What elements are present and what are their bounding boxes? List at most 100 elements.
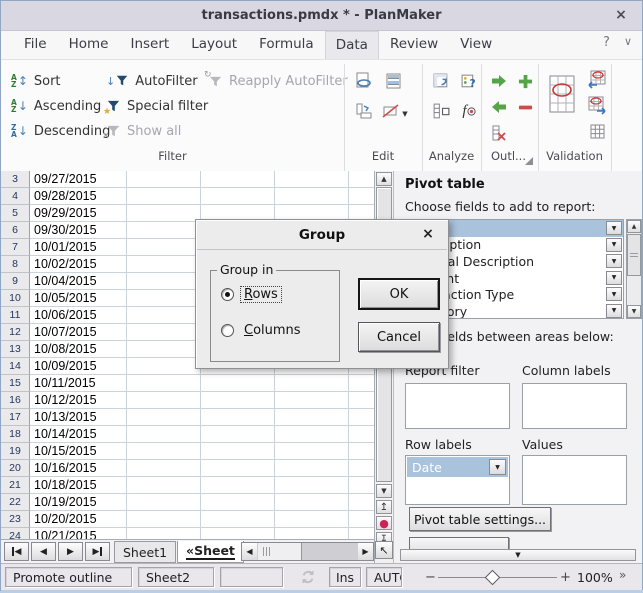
empty-cell[interactable] [275,426,349,443]
menu-tab-review[interactable]: Review [379,31,449,59]
empty-cell[interactable] [127,392,201,409]
empty-cell[interactable] [127,341,201,358]
demote-outline-icon[interactable] [487,70,511,92]
remove-outline-icon[interactable] [487,122,511,144]
status-sheet-panel[interactable]: Sheet2 [138,567,214,587]
what-if-analysis-icon[interactable]: ? [457,70,481,92]
ungroup-cells-icon[interactable] [513,96,537,118]
prev-sheet-icon[interactable]: ◀ [31,542,56,561]
remove-duplicates-icon[interactable] [382,70,406,92]
goto-prev-invalid-icon[interactable] [585,68,609,90]
horizontal-scrollbar[interactable]: ◀ ▶ [241,542,374,561]
menu-tab-home[interactable]: Home [58,31,120,59]
date-cell[interactable]: 10/20/2015 [30,511,127,528]
hscroll-right-icon[interactable]: ▶ [358,543,373,560]
empty-cell[interactable] [201,528,275,539]
window-close-icon[interactable]: × [612,6,630,24]
empty-cell[interactable] [349,392,374,409]
date-cell[interactable]: 10/13/2015 [30,409,127,426]
empty-cell[interactable] [201,375,275,392]
promote-outline-icon[interactable] [487,96,511,118]
empty-cell[interactable] [127,443,201,460]
empty-cell[interactable] [275,392,349,409]
empty-cell[interactable] [127,171,201,188]
row-header[interactable]: 13 [1,341,30,358]
empty-cell[interactable] [349,188,374,205]
zoom-in-icon[interactable]: + [560,570,571,585]
record-mark-icon[interactable]: ● [376,516,392,530]
prev-mark-icon[interactable]: ↥ [376,500,392,514]
empty-cell[interactable] [275,171,349,188]
date-cell[interactable]: 10/11/2015 [30,375,127,392]
report-filter-area[interactable] [405,383,510,429]
date-cell[interactable]: 10/19/2015 [30,494,127,511]
row-labels-field-date[interactable]: Date ▼ [407,457,508,477]
date-cell[interactable]: 09/29/2015 [30,205,127,222]
date-cell[interactable]: 10/06/2015 [30,307,127,324]
date-cell[interactable]: 10/07/2015 [30,324,127,341]
empty-cell[interactable] [127,511,201,528]
text-to-columns-icon[interactable] [352,70,376,92]
tab-sheet1[interactable]: Sheet1 [114,541,176,563]
empty-cell[interactable] [349,494,374,511]
empty-cell[interactable] [127,460,201,477]
empty-cell[interactable] [275,494,349,511]
empty-cell[interactable] [349,460,374,477]
field-list-scroll-up-icon[interactable]: ▲ [627,220,641,233]
sort-button[interactable]: AZ ↕ Sort [11,71,61,91]
row-header[interactable]: 11 [1,307,30,324]
empty-cell[interactable] [127,477,201,494]
empty-cell[interactable] [275,460,349,477]
row-header[interactable]: 9 [1,273,30,290]
row-header[interactable]: 21 [1,477,30,494]
row-labels-field-dropdown-icon[interactable]: ▼ [489,459,506,475]
empty-cell[interactable] [349,443,374,460]
empty-cell[interactable] [201,477,275,494]
empty-cell[interactable] [349,409,374,426]
empty-cell[interactable] [127,409,201,426]
row-header[interactable]: 17 [1,409,30,426]
row-header[interactable]: 15 [1,375,30,392]
menu-tab-formula[interactable]: Formula [248,31,325,59]
empty-cell[interactable] [201,460,275,477]
row-header[interactable]: 20 [1,460,30,477]
date-cell[interactable]: 10/15/2015 [30,443,127,460]
date-cell[interactable]: 10/14/2015 [30,426,127,443]
empty-cell[interactable] [127,307,201,324]
radio-rows[interactable]: Rows [221,287,281,302]
empty-cell[interactable] [127,290,201,307]
row-header[interactable]: 6 [1,222,30,239]
empty-cell[interactable] [275,375,349,392]
empty-cell[interactable] [201,511,275,528]
date-cell[interactable]: 10/18/2015 [30,477,127,494]
pivot-table-icon[interactable] [429,70,453,92]
help-icon[interactable]: ? [603,35,610,50]
date-cell[interactable]: 09/27/2015 [30,171,127,188]
radio-columns[interactable]: Columns [221,323,304,338]
empty-cell[interactable] [127,528,201,539]
field-list-scroll-down-icon[interactable]: ▼ [627,305,641,318]
empty-cell[interactable] [127,205,201,222]
empty-cell[interactable] [275,528,349,539]
menu-tab-layout[interactable]: Layout [180,31,248,59]
row-header[interactable]: 3 [1,171,30,188]
select-visible-area-icon[interactable]: ↖ [375,541,393,559]
cancel-button[interactable]: Cancel [358,322,440,352]
insert-mode-panel[interactable]: Ins [329,567,361,587]
empty-cell[interactable] [127,256,201,273]
field-list-scrollbar[interactable]: ▲ ▼ [626,219,642,319]
date-cell[interactable]: 10/09/2015 [30,358,127,375]
ribbon-collapse-icon[interactable]: ∨ [624,35,632,50]
date-cell[interactable]: 10/05/2015 [30,290,127,307]
date-cell[interactable]: 10/16/2015 [30,460,127,477]
field-dropdown-icon[interactable]: ▼ [606,254,622,268]
empty-cell[interactable] [275,443,349,460]
date-cell[interactable]: 10/12/2015 [30,392,127,409]
menu-tab-insert[interactable]: Insert [119,31,180,59]
last-sheet-icon[interactable]: ▶ [85,542,110,561]
transpose-icon[interactable] [352,100,376,122]
horizontal-scrollbar-thumb[interactable] [258,543,302,560]
empty-cell[interactable] [127,188,201,205]
empty-cell[interactable] [127,494,201,511]
date-cell[interactable]: 10/08/2015 [30,341,127,358]
